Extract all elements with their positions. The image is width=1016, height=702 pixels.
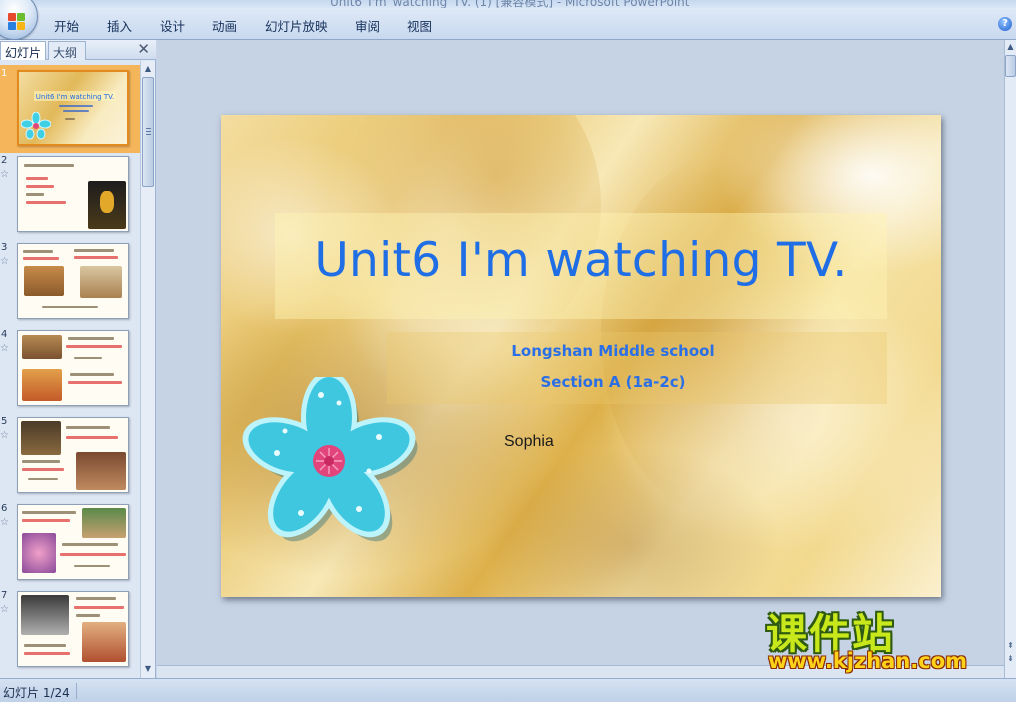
slide-number: 6 xyxy=(1,503,8,514)
slide-thumbnail-4[interactable]: 4 ☆ xyxy=(0,326,140,414)
tab-slideshow[interactable]: 幻灯片放映 xyxy=(265,16,328,35)
scroll-up-icon[interactable]: ▲ xyxy=(142,62,154,76)
tab-review[interactable]: 审阅 xyxy=(355,16,380,35)
previous-slide-icon[interactable]: ⇞ xyxy=(1005,640,1016,652)
flower-icon xyxy=(242,377,418,542)
scroll-up-icon[interactable]: ▲ xyxy=(1005,41,1016,53)
thumbnail-scrollbar[interactable]: ▲ ▼ xyxy=(140,61,155,678)
slide-thumbnail-6[interactable]: 6 ☆ xyxy=(0,500,140,588)
ribbon-tab-bar: 开始 插入 设计 动画 幻灯片放映 审阅 视图 ? xyxy=(0,0,1016,40)
status-separator xyxy=(76,683,77,699)
slide-number: 3 xyxy=(1,242,8,253)
slide-thumbnail-2[interactable]: 2 ☆ xyxy=(0,152,140,240)
watermark-url: www.kjzhan.com xyxy=(768,649,968,673)
office-button[interactable] xyxy=(0,0,38,40)
tab-view[interactable]: 视图 xyxy=(407,16,432,35)
animation-star-icon: ☆ xyxy=(0,517,9,528)
slide-thumbnail-7[interactable]: 7 ☆ xyxy=(0,587,140,675)
tab-home[interactable]: 开始 xyxy=(54,16,79,35)
animation-star-icon: ☆ xyxy=(0,604,9,615)
slide-thumbnail-5[interactable]: 5 ☆ xyxy=(0,413,140,501)
tab-animation[interactable]: 动画 xyxy=(212,16,237,35)
slide-number: 2 xyxy=(1,155,8,166)
slide-number: 4 xyxy=(1,329,8,340)
title-bar: Unit6_I'm_watching_TV. (1) [兼容模式] - Micr… xyxy=(0,0,1016,8)
slide-subtitle-section[interactable]: Section A (1a-2c) xyxy=(387,373,839,391)
scroll-down-icon[interactable]: ▼ xyxy=(142,662,154,676)
window-title: Unit6_I'm_watching_TV. (1) [兼容模式] - Micr… xyxy=(330,0,690,8)
tab-outline[interactable]: 大纲 xyxy=(48,41,86,60)
next-slide-icon[interactable]: ⇟ xyxy=(1005,653,1016,665)
editor-scrollbar[interactable]: ▲ ⇞ ⇟ xyxy=(1004,40,1016,678)
slide-subtitle-school[interactable]: Longshan Middle school xyxy=(387,342,839,360)
slide-author[interactable]: Sophia xyxy=(504,433,554,451)
slide-thumbnail-1[interactable]: 1 Unit6 I'm watching TV. xyxy=(0,65,140,153)
slide-number: 1 xyxy=(1,68,8,79)
slides-panel: 幻灯片 大纲 ✕ 1 Unit6 I'm watching TV. 2 ☆ 3 … xyxy=(0,40,156,678)
status-bar: 幻灯片 1/24 xyxy=(0,678,1016,702)
help-icon[interactable]: ? xyxy=(998,17,1012,31)
slide-number: 7 xyxy=(1,590,8,601)
animation-star-icon: ☆ xyxy=(0,169,9,180)
slide-number: 5 xyxy=(1,416,8,427)
animation-star-icon: ☆ xyxy=(0,430,9,441)
slide-thumbnail-3[interactable]: 3 ☆ xyxy=(0,239,140,327)
slide-canvas[interactable]: Unit6 I'm watching TV. Longshan Middle s… xyxy=(221,115,941,597)
tab-insert[interactable]: 插入 xyxy=(107,16,132,35)
slide-counter: 幻灯片 1/24 xyxy=(3,686,70,700)
thumbnail-list: 1 Unit6 I'm watching TV. 2 ☆ 3 ☆ 4 ☆ 5 ☆… xyxy=(0,61,140,678)
animation-star-icon: ☆ xyxy=(0,343,9,354)
close-panel-icon[interactable]: ✕ xyxy=(137,41,150,58)
tab-design[interactable]: 设计 xyxy=(160,16,185,35)
office-logo-icon xyxy=(8,13,26,31)
scroll-thumb[interactable] xyxy=(1005,55,1016,77)
tab-slides[interactable]: 幻灯片 xyxy=(0,41,46,60)
slide-title[interactable]: Unit6 I'm watching TV. xyxy=(275,233,887,288)
scroll-thumb[interactable] xyxy=(142,77,154,187)
animation-star-icon: ☆ xyxy=(0,256,9,267)
panel-tabs: 幻灯片 大纲 ✕ xyxy=(0,40,156,60)
